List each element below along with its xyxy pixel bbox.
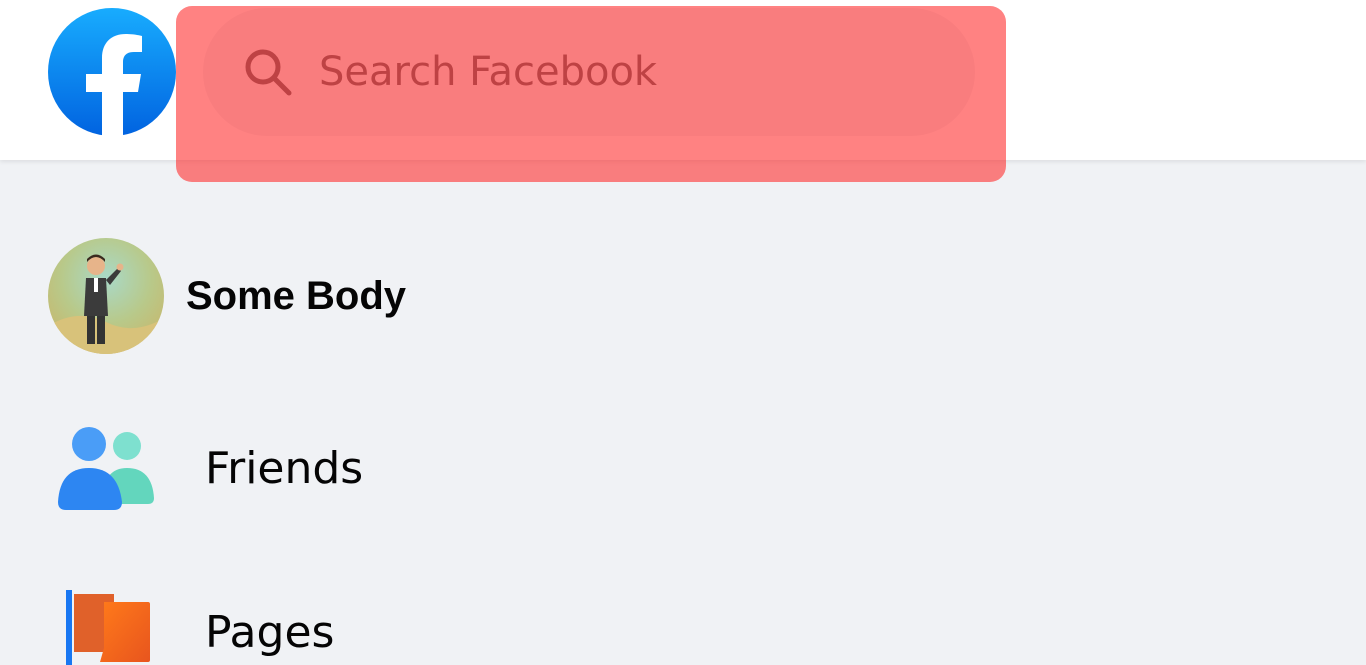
facebook-logo-icon[interactable]: [48, 8, 176, 136]
profile-name: Some Body: [186, 273, 407, 318]
search-input[interactable]: [319, 49, 879, 95]
pages-flag-icon: [40, 588, 158, 665]
sidebar-item-label: Pages: [205, 606, 335, 658]
search-box[interactable]: [203, 8, 975, 136]
left-sidebar: Some Body Friends Pages: [0, 160, 1366, 665]
sidebar-item-profile[interactable]: Some Body: [40, 238, 406, 354]
friends-icon: [40, 424, 158, 512]
sidebar-item-friends[interactable]: Friends: [40, 424, 363, 512]
top-navigation-bar: [0, 0, 1366, 160]
sidebar-item-pages[interactable]: Pages: [40, 588, 334, 665]
avatar: [48, 238, 164, 354]
facebook-page: Some Body Friends: [0, 0, 1366, 665]
sidebar-item-label: Friends: [205, 442, 364, 494]
search-icon: [241, 45, 295, 99]
